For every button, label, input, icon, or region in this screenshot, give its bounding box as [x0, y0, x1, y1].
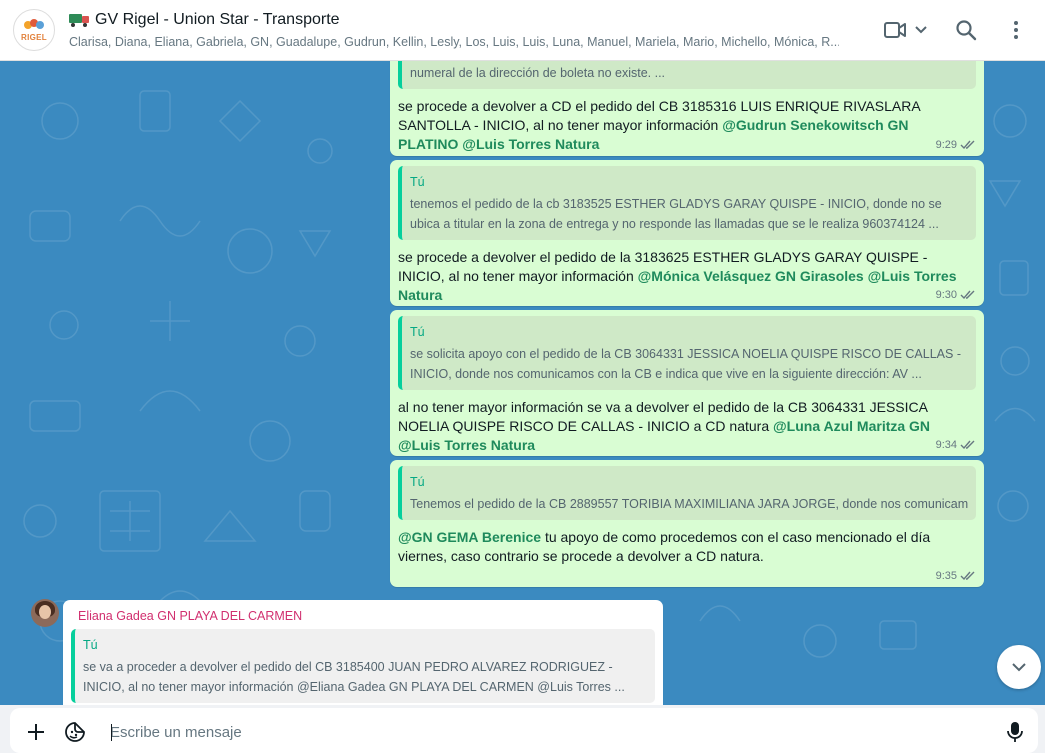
quoted-message[interactable]: Tú se solicita apoyo con el pedido de la… [398, 316, 976, 390]
message-input[interactable] [110, 721, 970, 743]
message-time: 9:29 [935, 139, 957, 151]
quoted-author: Tú [410, 475, 425, 489]
mention-link[interactable]: @Mónica Velásquez GN Girasoles [638, 268, 864, 284]
message-time: 9:30 [935, 289, 957, 301]
message-meta: 9:30 [936, 289, 976, 301]
chevron-down-icon [1012, 663, 1026, 672]
double-check-icon [960, 440, 975, 450]
chevron-down-icon [915, 26, 927, 34]
sender-name[interactable]: Eliana Gadea GN PLAYA DEL CARMEN [71, 609, 655, 623]
mention-link[interactable]: @Luis Torres Natura [462, 136, 599, 152]
quoted-message[interactable]: numeral de la dirección de boleta no exi… [398, 61, 976, 89]
message-time: 9:34 [935, 439, 957, 451]
outgoing-message[interactable]: Tú se solicita apoyo con el pedido de la… [390, 310, 984, 456]
video-call-button[interactable] [882, 16, 930, 44]
message-meta: 9:29 [936, 139, 976, 151]
sticker-button[interactable] [64, 721, 86, 743]
quoted-author: Tú [410, 325, 425, 339]
quoted-text: Tenemos el pedido de la CB 2889557 TORIB… [410, 497, 968, 511]
sticker-icon [65, 722, 85, 742]
message-time: 9:35 [935, 570, 957, 582]
double-check-icon [960, 571, 975, 581]
mention-link[interactable]: @Luna Azul Maritza GN [773, 418, 930, 434]
menu-button[interactable] [1002, 16, 1030, 44]
quoted-message[interactable]: Tú tenemos el pedido de la cb 3183525 ES… [398, 166, 976, 240]
double-check-icon [960, 290, 975, 300]
voice-message-button[interactable] [1004, 721, 1026, 743]
participants-list: Clarisa, Diana, Eliana, Gabriela, GN, Gu… [69, 35, 839, 49]
chat-title: GV Rigel - Union Star - Transporte [95, 11, 340, 28]
quoted-author: Tú [83, 638, 98, 652]
attach-button[interactable] [25, 721, 47, 743]
incoming-message[interactable]: Eliana Gadea GN PLAYA DEL CARMEN Tú se v… [63, 600, 663, 705]
chat-area[interactable]: numeral de la dirección de boleta no exi… [0, 61, 1045, 705]
message-text: se procede a devolver el pedido de la 31… [398, 248, 976, 305]
header-info[interactable]: GV Rigel - Union Star - Transporte Clari… [69, 9, 849, 49]
quoted-text: se va a proceder a devolver el pedido de… [83, 660, 625, 694]
double-check-icon [960, 140, 975, 150]
scroll-to-bottom-button[interactable] [997, 645, 1041, 689]
mention-link[interactable]: @GN GEMA Berenice [398, 529, 541, 545]
quoted-text: se solicita apoyo con el pedido de la CB… [410, 347, 961, 381]
chat-header: RIGEL GV Rigel - Union Star - Transporte… [0, 0, 1045, 61]
quoted-message[interactable]: Tú Tenemos el pedido de la CB 2889557 TO… [398, 466, 976, 520]
video-call-icon [884, 22, 906, 38]
menu-icon [1014, 21, 1018, 39]
outgoing-message[interactable]: Tú Tenemos el pedido de la CB 2889557 TO… [390, 460, 984, 587]
group-avatar[interactable]: RIGEL [13, 9, 55, 51]
quoted-message[interactable]: Tú se va a proceder a devolver el pedido… [71, 629, 655, 703]
message-meta: 9:35 [936, 570, 976, 582]
composer-bar [0, 705, 1045, 753]
message-text: al no tener mayor información se va a de… [398, 398, 976, 455]
microphone-icon [1007, 722, 1023, 742]
message-meta: 9:34 [936, 439, 976, 451]
sender-avatar[interactable] [31, 599, 59, 627]
outgoing-message[interactable]: Tú tenemos el pedido de la cb 3183525 ES… [390, 160, 984, 306]
text-caret [111, 724, 112, 741]
message-text: @GN GEMA Berenice tu apoyo de como proce… [398, 528, 976, 566]
composer-box [10, 708, 1038, 753]
outgoing-message[interactable]: numeral de la dirección de boleta no exi… [390, 61, 984, 156]
mention-link[interactable]: @Luis Torres Natura [398, 437, 535, 453]
quoted-author: Tú [410, 175, 425, 189]
message-text: se procede a devolver a CD el pedido del… [398, 97, 976, 154]
logo-mark-icon [24, 18, 44, 31]
quoted-text: tenemos el pedido de la cb 3183525 ESTHE… [410, 197, 942, 231]
truck-icon [69, 13, 89, 27]
chat-title-row: GV Rigel - Union Star - Transporte [69, 9, 849, 31]
avatar-logo-text: RIGEL [21, 32, 47, 42]
search-button[interactable] [952, 16, 980, 44]
plus-icon [28, 724, 44, 740]
search-icon [956, 20, 977, 41]
quoted-text: numeral de la dirección de boleta no exi… [410, 66, 666, 80]
